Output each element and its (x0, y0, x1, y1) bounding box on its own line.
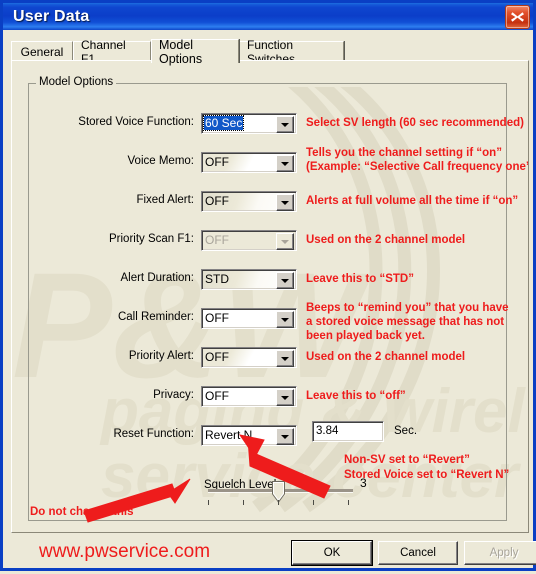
tab-channel-f1[interactable]: Channel F1 (73, 38, 151, 66)
field-row-fixed-alert: Fixed Alert: (12, 191, 194, 213)
note-alert-duration: Leave this to “STD” (306, 273, 414, 285)
chevron-down-icon[interactable] (276, 272, 294, 289)
field-row-call-reminder: Call Reminder: (12, 308, 194, 330)
note-stored-voice-function: Select SV length (60 sec recommended) (306, 117, 524, 129)
field-row-alert-duration: Alert Duration: (12, 269, 194, 291)
note-call-reminder: Beeps to “remind you” that you have a st… (306, 302, 509, 342)
dropdown-priority-scan-f1: OFF (201, 230, 297, 251)
reset-seconds-unit: Sec. (394, 425, 418, 437)
note-fixed-alert: Alerts at full volume all the time if “o… (306, 195, 519, 207)
groupbox-title: Model Options (36, 76, 117, 88)
tab-general[interactable]: General (11, 41, 73, 61)
note-priority-scan-f1: Used on the 2 channel model (306, 234, 466, 246)
squelch-level-value: 3 (360, 476, 367, 490)
chevron-down-icon[interactable] (276, 155, 294, 172)
dropdown-value: OFF (205, 350, 229, 364)
title-bar: User Data (3, 3, 533, 30)
tab-strip: General Channel F1 Model Options Functio… (11, 37, 525, 66)
dropdown-call-reminder[interactable]: OFF (201, 308, 297, 329)
dropdown-value: OFF (205, 194, 229, 208)
note-squelch-level: Do not change this (30, 506, 134, 518)
label-priority-alert: Priority Alert: (128, 350, 194, 362)
chevron-down-icon[interactable] (276, 428, 294, 445)
dropdown-stored-voice-function[interactable]: 60 Sec (201, 113, 297, 134)
site-url-text: www.pwservice.com (39, 541, 211, 562)
dropdown-alert-duration[interactable]: STD (201, 269, 297, 290)
chevron-down-icon[interactable] (276, 389, 294, 406)
label-stored-voice-function: Stored Voice Function: (78, 116, 194, 128)
dropdown-voice-memo[interactable]: OFF (201, 152, 297, 173)
label-priority-scan-f1: Priority Scan F1: (109, 233, 194, 245)
label-call-reminder: Call Reminder: (117, 311, 194, 323)
dropdown-fixed-alert[interactable]: OFF (201, 191, 297, 212)
tab-function-switches[interactable]: Function Switches (239, 38, 344, 66)
dropdown-value: 60 Sec (202, 115, 245, 131)
field-row-priority-alert: Priority Alert: (12, 347, 194, 369)
ok-button[interactable]: OK (291, 540, 373, 566)
tab-label: General (20, 44, 64, 59)
label-reset-function: Reset Function: (113, 428, 194, 440)
squelch-level-slider[interactable] (208, 481, 353, 507)
dropdown-value: Revert N (205, 428, 253, 442)
dialog-footer: www.pwservice.com OK Cancel Apply (3, 533, 536, 574)
apply-button-label: Apply (489, 547, 519, 559)
tab-label: Model Options (159, 37, 203, 66)
chevron-down-icon[interactable] (276, 311, 294, 328)
close-icon[interactable] (505, 5, 530, 29)
cancel-button[interactable]: Cancel (378, 541, 458, 565)
chevron-down-icon[interactable] (276, 194, 294, 211)
label-voice-memo: Voice Memo: (127, 155, 194, 167)
chevron-down-icon[interactable] (276, 116, 294, 133)
field-row-priority-scan-f1: Priority Scan F1: (12, 230, 194, 252)
field-row-voice-memo: Voice Memo: (12, 152, 194, 174)
note-privacy: Leave this to “off” (306, 390, 406, 402)
note-priority-alert: Used on the 2 channel model (306, 351, 466, 363)
note-reset-function-line1: Non-SV set to “Revert” (344, 454, 470, 466)
reset-seconds-value: 3.84 (316, 425, 339, 437)
note-voice-memo: Tells you the channel setting if “on” (E… (306, 147, 528, 173)
field-row-privacy: Privacy: (12, 386, 194, 408)
window-title: User Data (13, 7, 90, 25)
dropdown-value: STD (205, 272, 229, 286)
dropdown-privacy[interactable]: OFF (201, 386, 297, 407)
label-alert-duration: Alert Duration: (120, 272, 194, 284)
dropdown-value: OFF (205, 233, 229, 247)
apply-button: Apply (464, 541, 536, 565)
tab-page-model-options: P&W paging & wireless service center Mod… (11, 60, 529, 533)
field-row-reset-function: Reset Function: (12, 425, 194, 447)
user-data-dialog: User Data General Channel F1 Model Optio… (0, 0, 536, 571)
dropdown-value: OFF (205, 155, 229, 169)
reset-seconds-input[interactable]: 3.84 (312, 421, 384, 442)
chevron-down-icon[interactable] (276, 350, 294, 367)
label-fixed-alert: Fixed Alert: (136, 194, 194, 206)
dropdown-reset-function[interactable]: Revert N (201, 425, 297, 446)
ok-button-label: OK (323, 547, 341, 559)
note-reset-function-line2: Stored Voice set to “Revert N” (344, 469, 510, 481)
tab-model-options[interactable]: Model Options (151, 37, 239, 66)
field-row-stored-voice-function: Stored Voice Function: (12, 113, 194, 135)
cancel-button-label: Cancel (400, 547, 436, 559)
dropdown-priority-alert[interactable]: OFF (201, 347, 297, 368)
slider-ticks (208, 500, 353, 506)
label-privacy: Privacy: (153, 389, 194, 401)
dropdown-value: OFF (205, 389, 229, 403)
chevron-down-icon (276, 233, 294, 250)
dropdown-value: OFF (205, 311, 229, 325)
